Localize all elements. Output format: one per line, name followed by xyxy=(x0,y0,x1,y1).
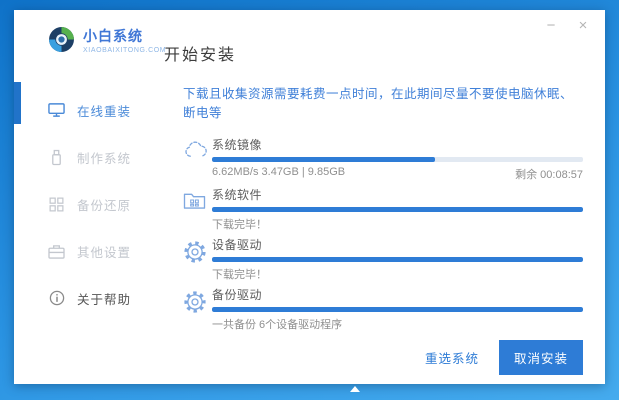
task-status-left: 下载完毕！ xyxy=(212,216,267,229)
progress-bar xyxy=(212,257,583,262)
footer-actions: 重选系统 取消安装 xyxy=(425,340,583,375)
drivers-gear-icon xyxy=(183,236,212,279)
progress-bar xyxy=(212,207,583,212)
titlebar: 小白系统 XIAOBAIXITONG.COM 开始安装 − × xyxy=(14,10,605,74)
download-notice: 下载且收集资源需要耗费一点时间，在此期间尽量不要使电脑休眠、断电等 xyxy=(183,83,583,121)
task-status: 下载完毕！ xyxy=(212,266,583,279)
progress-fill xyxy=(212,157,435,162)
window-controls: − × xyxy=(543,18,591,34)
task-label: 系统镜像 xyxy=(212,136,583,153)
app-window: 小白系统 XIAOBAIXITONG.COM 开始安装 − × xyxy=(14,10,605,384)
sidebar-item-backup-restore[interactable]: 备份还原 xyxy=(14,194,183,214)
logo-subtitle: XIAOBAIXITONG.COM xyxy=(83,47,166,55)
backup-gear-icon xyxy=(183,286,212,329)
sidebar-item-label: 备份还原 xyxy=(77,195,131,214)
progress-bar xyxy=(212,157,583,162)
app-logo: 小白系统 XIAOBAIXITONG.COM xyxy=(48,26,166,58)
sidebar: 在线重装 制作系统 xyxy=(14,74,183,384)
task-row-device-drivers: 设备驱动 下载完毕！ xyxy=(183,236,583,279)
task-status-left: 下载完毕！ xyxy=(212,266,267,279)
active-item-indicator xyxy=(14,82,21,124)
task-body: 设备驱动 下载完毕！ xyxy=(212,236,583,279)
sidebar-item-about-help[interactable]: 关于帮助 xyxy=(14,288,183,308)
usb-drive-icon xyxy=(48,149,65,166)
task-body: 备份驱动 一共备份 6个设备驱动程序 xyxy=(212,286,583,329)
logo-text: 小白系统 XIAOBAIXITONG.COM xyxy=(83,29,166,54)
sidebar-item-label: 其他设置 xyxy=(77,242,131,261)
progress-fill xyxy=(212,207,583,212)
task-status-right: 剩余 00:08:57 xyxy=(515,166,583,179)
progress-bar xyxy=(212,307,583,312)
task-row-system-image: 系统镜像 6.62MB/s 3.47GB | 9.85GB 剩余 00:08:5… xyxy=(183,136,583,179)
sidebar-item-make-system[interactable]: 制作系统 xyxy=(14,147,183,167)
cloud-download-icon xyxy=(183,136,212,179)
logo-title: 小白系统 xyxy=(83,29,166,44)
desktop-pointer-nub xyxy=(350,386,360,392)
info-icon xyxy=(48,290,65,307)
sidebar-item-online-reinstall[interactable]: 在线重装 xyxy=(14,100,183,120)
backup-grid-icon xyxy=(48,196,65,213)
software-folder-icon xyxy=(183,186,212,229)
task-body: 系统镜像 6.62MB/s 3.47GB | 9.85GB 剩余 00:08:5… xyxy=(212,136,583,179)
sidebar-item-label: 关于帮助 xyxy=(77,289,131,308)
task-row-backup-drivers: 备份驱动 一共备份 6个设备驱动程序 xyxy=(183,286,583,329)
sidebar-item-label: 在线重装 xyxy=(77,101,131,120)
window-content: 在线重装 制作系统 xyxy=(14,74,605,384)
task-status: 下载完毕！ xyxy=(212,216,583,229)
cancel-install-button[interactable]: 取消安装 xyxy=(499,340,583,375)
briefcase-icon xyxy=(48,243,65,260)
task-label: 设备驱动 xyxy=(212,236,583,253)
task-body: 系统软件 下载完毕！ xyxy=(212,186,583,229)
page-title: 开始安装 xyxy=(164,41,236,65)
main-panel: 下载且收集资源需要耗费一点时间，在此期间尽量不要使电脑休眠、断电等 系统镜像 xyxy=(183,74,605,384)
progress-fill xyxy=(212,257,583,262)
globe-logo-icon xyxy=(48,26,75,58)
task-label: 备份驱动 xyxy=(212,286,583,303)
task-status-left: 一共备份 6个设备驱动程序 xyxy=(212,316,342,329)
minimize-button[interactable]: − xyxy=(543,18,559,34)
desktop-background: 小白系统 XIAOBAIXITONG.COM 开始安装 − × xyxy=(0,0,619,400)
sidebar-item-label: 制作系统 xyxy=(77,148,131,167)
task-status: 一共备份 6个设备驱动程序 xyxy=(212,316,583,329)
progress-fill xyxy=(212,307,583,312)
sidebar-item-other-settings[interactable]: 其他设置 xyxy=(14,241,183,261)
task-status-left: 6.62MB/s 3.47GB | 9.85GB xyxy=(212,166,345,179)
task-status: 6.62MB/s 3.47GB | 9.85GB 剩余 00:08:57 xyxy=(212,166,583,179)
monitor-icon xyxy=(48,102,65,119)
close-button[interactable]: × xyxy=(575,18,591,34)
reselect-system-button[interactable]: 重选系统 xyxy=(425,348,479,367)
task-label: 系统软件 xyxy=(212,186,583,203)
task-row-system-software: 系统软件 下载完毕！ xyxy=(183,186,583,229)
